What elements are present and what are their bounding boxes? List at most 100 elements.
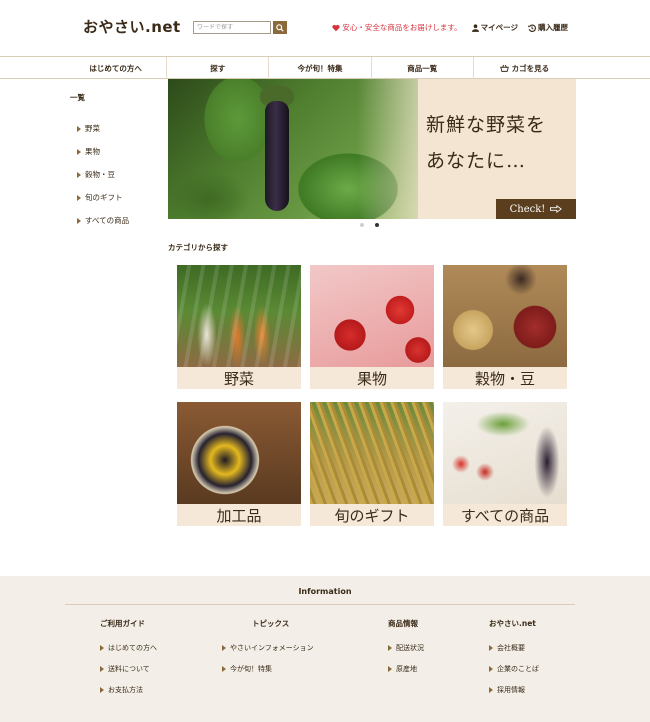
footer-column-title: おやさい.net	[489, 619, 536, 628]
category-card-label: すべての商品	[443, 504, 567, 526]
footer-column-guide: ご利用ガイド はじめての方へ 送料について お支払方法	[100, 618, 157, 700]
footer-link[interactable]: 採用情報	[489, 679, 539, 700]
history-label: 購入履歴	[538, 23, 568, 32]
category-card-label: 穀物・豆	[443, 367, 567, 389]
category-card-label: 加工品	[177, 504, 301, 526]
sidebar-item-label: すべての商品	[85, 216, 130, 225]
sidebar-item-label: 旬のギフト	[85, 193, 123, 202]
sidebar-item-fruit[interactable]: 果物	[70, 140, 160, 163]
footer-column-company: おやさい.net 会社概要 企業のことば 採用情報	[489, 618, 539, 700]
hero-check-label: Check!	[509, 203, 546, 215]
sidebar-item-all[interactable]: すべての商品	[70, 209, 160, 232]
caret-right-icon	[77, 194, 81, 201]
category-card-gift[interactable]: 旬のギフト	[310, 402, 434, 526]
rice-photo	[310, 402, 434, 504]
footer-column-title: 商品情報	[388, 619, 418, 628]
nav-item-label: カゴを見る	[511, 63, 550, 73]
basket-icon	[499, 64, 509, 72]
nav-item-beginners[interactable]: はじめての方へ	[65, 57, 166, 79]
search-form	[193, 21, 287, 34]
hero-line-2: あなたに…	[426, 150, 527, 172]
carousel-dot-active[interactable]	[375, 223, 379, 227]
footer-link[interactable]: はじめての方へ	[100, 637, 157, 658]
caret-right-icon	[489, 665, 493, 672]
site-header: おやさい.net 安心・安全な商品をお届けします。 マイページ 購入履歴	[0, 0, 650, 56]
mypage-label: マイページ	[480, 23, 518, 32]
vegetables-photo	[177, 265, 301, 367]
carousel-dot[interactable]	[360, 223, 364, 227]
arrow-right-icon	[550, 205, 563, 213]
site-footer: Information ご利用ガイド はじめての方へ 送料について お支払方法 …	[0, 576, 650, 722]
sidebar-title: 一覧	[70, 93, 85, 102]
category-card-label: 旬のギフト	[310, 504, 434, 526]
safety-notice: 安心・安全な商品をお届けします。	[332, 22, 462, 33]
sidebar-item-label: 穀物・豆	[85, 170, 115, 179]
hero-line-1: 新鮮な野菜を	[426, 114, 547, 136]
footer-link[interactable]: お支払方法	[100, 679, 157, 700]
sidebar-item-vegetables[interactable]: 野菜	[70, 117, 160, 140]
search-button[interactable]	[273, 21, 287, 34]
footer-link-label: お支払方法	[108, 685, 143, 694]
category-card-label: 果物	[310, 367, 434, 389]
category-card-label: 野菜	[177, 367, 301, 389]
caret-right-icon	[100, 644, 104, 651]
nav-item-products[interactable]: 商品一覧	[370, 57, 473, 79]
footer-link-label: 配送状況	[396, 643, 424, 652]
category-card-all[interactable]: すべての商品	[443, 402, 567, 526]
category-card-vegetables[interactable]: 野菜	[177, 265, 301, 389]
footer-link[interactable]: 企業のことば	[489, 658, 539, 679]
hero-headline: 新鮮な野菜を あなたに…	[426, 107, 546, 179]
search-icon	[276, 23, 284, 32]
footer-link[interactable]: 会社概要	[489, 637, 539, 658]
history-icon	[528, 23, 536, 32]
caret-right-icon	[489, 644, 493, 651]
footer-link-label: 採用情報	[497, 685, 525, 694]
footer-link-label: やさいインフォメーション	[230, 643, 314, 652]
site-logo[interactable]: おやさい.net	[83, 16, 181, 37]
footer-link-label: 企業のことば	[497, 664, 539, 673]
caret-right-icon	[489, 686, 493, 693]
footer-link-label: 送料について	[108, 664, 150, 673]
category-card-grains[interactable]: 穀物・豆	[443, 265, 567, 389]
caret-right-icon	[222, 665, 226, 672]
caret-right-icon	[100, 665, 104, 672]
footer-link[interactable]: 今が旬！特集	[222, 658, 314, 679]
hero-banner[interactable]: 新鮮な野菜を あなたに… Check!	[168, 79, 576, 219]
footer-link[interactable]: やさいインフォメーション	[222, 637, 314, 658]
nav-item-search[interactable]: 探す	[166, 57, 268, 79]
footer-title: Information	[298, 587, 352, 596]
nav-item-label: はじめての方へ	[89, 63, 142, 73]
footer-column-product-info: 商品情報 配送状況 原産地	[388, 618, 424, 679]
nav-item-cart[interactable]: カゴを見る	[472, 57, 575, 79]
footer-link[interactable]: 配送状況	[388, 637, 424, 658]
carousel-dots	[360, 223, 379, 227]
footer-link[interactable]: 原産地	[388, 658, 424, 679]
caret-right-icon	[77, 171, 81, 178]
category-card-processed[interactable]: 加工品	[177, 402, 301, 526]
history-link[interactable]: 購入履歴	[528, 22, 568, 33]
global-nav: はじめての方へ 探す 今が旬！特集 商品一覧 カゴを見る	[0, 56, 650, 79]
heart-icon	[332, 24, 340, 31]
footer-link[interactable]: 送料について	[100, 658, 157, 679]
safety-notice-text: 安心・安全な商品をお届けします。	[342, 23, 462, 32]
caret-right-icon	[388, 644, 392, 651]
caret-right-icon	[77, 217, 81, 224]
footer-link-label: はじめての方へ	[108, 643, 157, 652]
caret-right-icon	[100, 686, 104, 693]
processed-photo	[177, 402, 301, 504]
mypage-link[interactable]: マイページ	[471, 22, 518, 33]
footer-link-label: 今が旬！特集	[230, 664, 272, 673]
nav-item-seasonal[interactable]: 今が旬！特集	[268, 57, 370, 79]
nav-item-label: 商品一覧	[407, 63, 438, 73]
category-card-fruit[interactable]: 果物	[310, 265, 434, 389]
hero-check-button[interactable]: Check!	[496, 199, 576, 219]
sidebar-item-label: 果物	[85, 147, 100, 156]
sidebar-item-grains[interactable]: 穀物・豆	[70, 163, 160, 186]
assorted-vegetables-photo	[443, 402, 567, 504]
footer-link-label: 会社概要	[497, 643, 525, 652]
eggplant-shape	[265, 101, 289, 211]
nav-item-label: 今が旬！特集	[297, 63, 343, 73]
sidebar-item-gift[interactable]: 旬のギフト	[70, 186, 160, 209]
search-input[interactable]	[193, 21, 271, 34]
caret-right-icon	[77, 148, 81, 155]
